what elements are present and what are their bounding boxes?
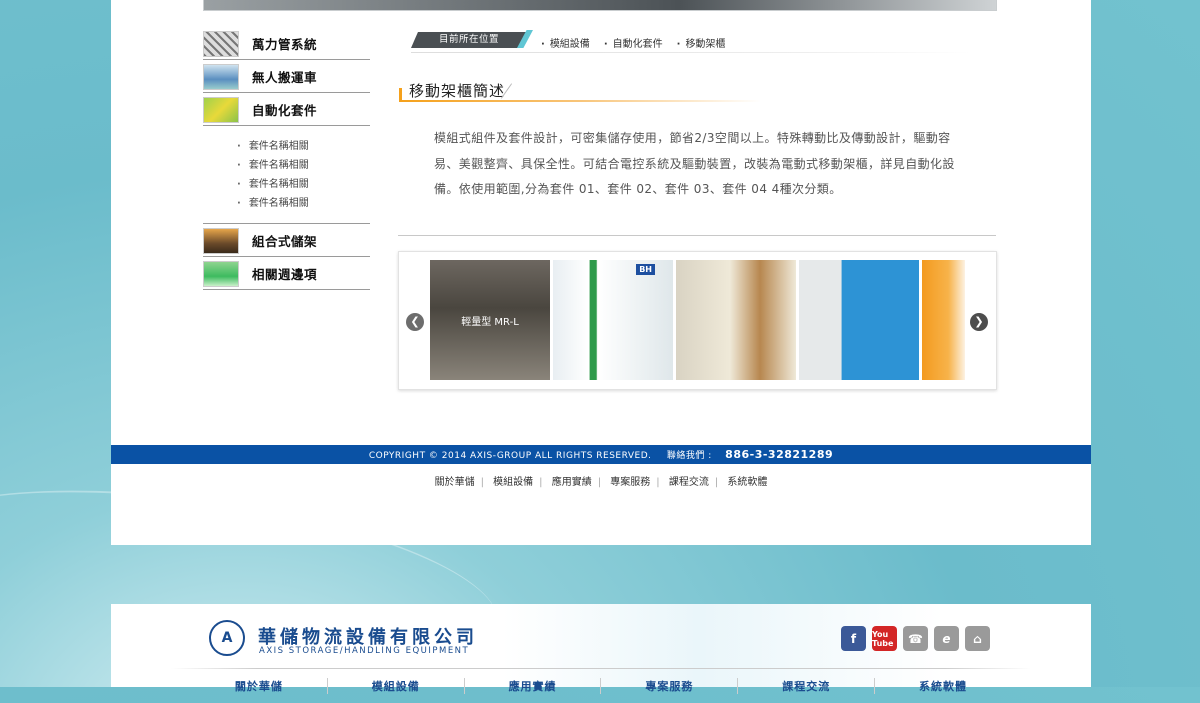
contact-phone: 886-3-32821289 [725, 448, 834, 461]
epaper-icon[interactable]: e [934, 626, 959, 651]
footer-link-modules[interactable]: 模組設備 [487, 477, 539, 488]
sidebar: 萬力管系統 無人搬運車 自動化套件 套件名稱相關 套件名稱相關 套件名稱相關 套… [203, 28, 370, 291]
sidebar-subitem[interactable]: 套件名稱相關 [237, 137, 370, 156]
sidebar-item-agv[interactable]: 無人搬運車 [203, 61, 370, 93]
slide-logo-badge: BH [636, 264, 655, 275]
youtube-icon[interactable]: You Tube [872, 626, 897, 651]
nav-item-software[interactable]: 系統軟體 [875, 678, 1011, 694]
copyright-text: COPYRIGHT © 2014 AXIS-GROUP ALL RIGHTS R… [368, 451, 652, 461]
sidebar-subitem[interactable]: 套件名稱相關 [237, 194, 370, 213]
home-icon[interactable]: ⌂ [965, 626, 990, 651]
carousel-slide[interactable] [799, 260, 919, 380]
nav-item-courses[interactable]: 課程交流 [738, 678, 876, 694]
image-carousel: ❮ 輕量型 MR-L BH ❯ [398, 251, 997, 390]
peripherals-thumbnail [203, 260, 239, 287]
sidebar-item-label: 萬力管系統 [252, 37, 318, 52]
content-separator [398, 235, 996, 236]
automation-kit-thumbnail [203, 96, 239, 123]
modular-rack-thumbnail [203, 227, 239, 254]
nav-item-services[interactable]: 專案服務 [601, 678, 739, 694]
carousel-slides: 輕量型 MR-L BH [430, 260, 965, 380]
footer-link-divider: | [714, 477, 719, 488]
top-banner-image [203, 0, 997, 11]
social-icons: f You Tube ☎ e ⌂ [841, 626, 990, 651]
nav-item-modules[interactable]: 模組設備 [328, 678, 465, 694]
footer-link-divider: | [656, 477, 660, 488]
footer-link-divider: | [480, 477, 484, 488]
chevron-right-icon[interactable]: ❯ [970, 313, 988, 331]
company-logo[interactable]: A [209, 620, 245, 656]
footer-link-divider: | [597, 477, 602, 488]
company-name-en: AXIS STORAGE/HANDLING EQUIPMENT [259, 646, 470, 656]
facebook-icon[interactable]: f [841, 626, 866, 651]
carousel-slide[interactable] [922, 260, 965, 380]
nav-item-about[interactable]: 關於華儲 [191, 678, 328, 694]
section-description: 模組式組件及套件設計，可密集儲存使用，節省2/3空間以上。特殊轉動比及傳動設計，… [434, 131, 955, 196]
breadcrumb-item[interactable]: 移動架櫃 [677, 35, 725, 50]
sidebar-item-automation-kit[interactable]: 自動化套件 [203, 94, 370, 126]
sidebar-item-label: 相關週邊項 [252, 267, 318, 282]
footer-links: 關於華儲 | 模組設備 | 應用實績 | 專案服務 | 課程交流 | 系統軟體 [111, 473, 1091, 488]
pipe-system-thumbnail [203, 30, 239, 57]
footer-link-about[interactable]: 關於華儲 [429, 477, 481, 488]
section-title: 移動架櫃簡述 [409, 82, 506, 100]
breadcrumb-item[interactable]: 自動化套件 [604, 35, 663, 50]
sidebar-item-pipe-system[interactable]: 萬力管系統 [203, 28, 370, 60]
content-panel: 萬力管系統 無人搬運車 自動化套件 套件名稱相關 套件名稱相關 套件名稱相關 套… [111, 0, 1091, 545]
phone-icon[interactable]: ☎ [903, 626, 928, 651]
footer-link-divider: | [539, 477, 543, 488]
sidebar-subitem[interactable]: 套件名稱相關 [237, 175, 370, 194]
sidebar-subitem[interactable]: 套件名稱相關 [237, 156, 370, 175]
slide-caption: 輕量型 MR-L [461, 317, 519, 328]
sidebar-item-label: 組合式儲架 [252, 234, 318, 249]
sidebar-item-modular-rack[interactable]: 組合式儲架 [203, 225, 370, 257]
site-header-preview: A 華儲物流設備有限公司 AXIS STORAGE/HANDLING EQUIP… [111, 604, 1091, 694]
copyright-bar: COPYRIGHT © 2014 AXIS-GROUP ALL RIGHTS R… [111, 445, 1091, 464]
agv-thumbnail [203, 63, 239, 90]
contact-label: 聯絡我們 : [666, 451, 712, 461]
sidebar-item-label: 無人搬運車 [252, 70, 318, 85]
header-divider [171, 668, 1031, 669]
carousel-slide[interactable]: BH [553, 260, 673, 380]
footer-link-software[interactable]: 系統軟體 [721, 477, 773, 488]
carousel-slide[interactable] [676, 260, 796, 380]
nav-item-cases[interactable]: 應用實績 [465, 678, 602, 694]
sidebar-item-label: 自動化套件 [252, 103, 318, 118]
footer-link-courses[interactable]: 課程交流 [663, 477, 715, 488]
footer-link-services[interactable]: 專案服務 [604, 477, 656, 488]
carousel-slide[interactable]: 輕量型 MR-L [430, 260, 550, 380]
footer-link-cases[interactable]: 應用實績 [546, 477, 598, 488]
breadcrumb: 模組設備 自動化套件 移動架櫃 [541, 35, 726, 50]
chevron-left-icon[interactable]: ❮ [406, 313, 424, 331]
main-nav: 關於華儲 模組設備 應用實績 專案服務 課程交流 系統軟體 [191, 678, 1011, 694]
sidebar-sublist: 套件名稱相關 套件名稱相關 套件名稱相關 套件名稱相關 [203, 127, 370, 224]
section-title-underline [401, 100, 761, 102]
sidebar-item-peripherals[interactable]: 相關週邊項 [203, 258, 370, 290]
breadcrumb-item[interactable]: 模組設備 [541, 35, 590, 50]
breadcrumb-tag: 目前所在位置 [411, 32, 527, 48]
breadcrumb-divider [411, 52, 971, 53]
